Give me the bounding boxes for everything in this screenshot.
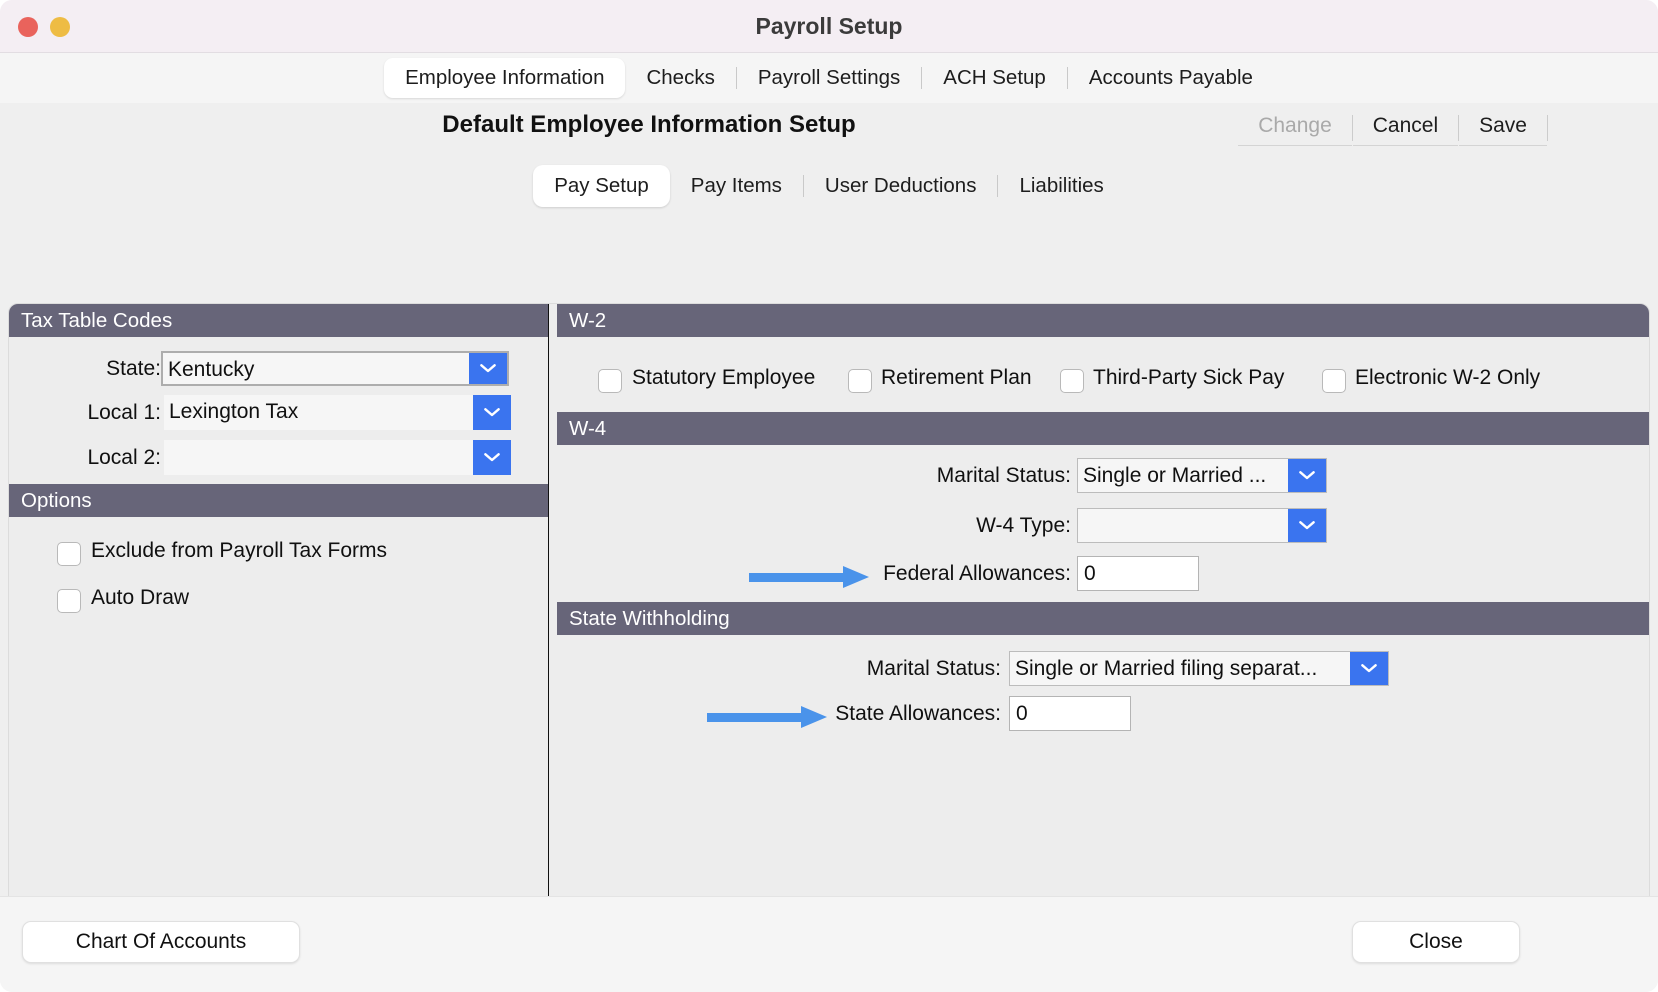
change-button[interactable]: Change	[1238, 110, 1352, 146]
w4-type-value	[1078, 509, 1288, 542]
window-title: Payroll Setup	[0, 13, 1658, 40]
state-dropdown-value: Kentucky	[163, 353, 469, 384]
w4-type-label: W-4 Type:	[869, 514, 1071, 538]
third-party-sick-pay-label: Third-Party Sick Pay	[1093, 366, 1284, 390]
exclude-from-payroll-tax-forms-label: Exclude from Payroll Tax Forms	[91, 539, 387, 563]
w4-type-dropdown-toggle[interactable]	[1288, 509, 1326, 542]
federal-allowances-label: Federal Allowances:	[869, 562, 1071, 586]
section-header-state-withholding: State Withholding	[557, 602, 1650, 635]
payroll-setup-window: Payroll Setup Employee Information Check…	[0, 0, 1658, 992]
chevron-down-icon	[1361, 664, 1377, 673]
state-label: State:	[39, 357, 161, 381]
local2-label: Local 2:	[39, 446, 161, 470]
electronic-w2-only-label: Electronic W-2 Only	[1355, 366, 1540, 390]
annotation-arrow-state-allowances	[707, 706, 827, 729]
local2-dropdown[interactable]	[164, 440, 511, 475]
subtab-pay-setup[interactable]: Pay Setup	[533, 165, 670, 207]
state-marital-status-dropdown-toggle[interactable]	[1350, 652, 1388, 685]
section-header-options: Options	[9, 484, 548, 517]
panel-divider	[548, 304, 549, 933]
cancel-button[interactable]: Cancel	[1353, 110, 1458, 146]
page-header-row: Default Employee Information Setup Chang…	[0, 103, 1658, 161]
save-button[interactable]: Save	[1459, 110, 1547, 146]
section-header-w2: W-2	[557, 304, 1650, 337]
tab-accounts-payable[interactable]: Accounts Payable	[1068, 58, 1274, 98]
subtab-liabilities[interactable]: Liabilities	[998, 165, 1124, 207]
action-separator	[1547, 115, 1548, 141]
local1-label: Local 1:	[39, 401, 161, 425]
close-button[interactable]: Close	[1352, 921, 1520, 963]
state-marital-status-dropdown[interactable]: Single or Married filing separat...	[1009, 651, 1389, 686]
w4-marital-status-value: Single or Married ...	[1078, 459, 1288, 492]
chevron-down-icon	[484, 408, 500, 417]
chevron-down-icon	[1299, 521, 1315, 530]
retirement-plan-checkbox[interactable]	[848, 369, 872, 393]
w4-marital-status-dropdown[interactable]: Single or Married ...	[1077, 458, 1327, 493]
state-dropdown-toggle[interactable]	[469, 353, 507, 384]
auto-draw-label: Auto Draw	[91, 586, 189, 610]
section-header-tax-table-codes: Tax Table Codes	[9, 304, 548, 337]
tab-employee-information[interactable]: Employee Information	[384, 58, 625, 98]
tab-payroll-settings[interactable]: Payroll Settings	[737, 58, 921, 98]
chart-of-accounts-button[interactable]: Chart Of Accounts	[22, 921, 300, 963]
local1-dropdown[interactable]: Lexington Tax	[164, 395, 511, 430]
state-allowances-input[interactable]: 0	[1009, 696, 1131, 731]
action-button-group: Change Cancel Save	[1238, 110, 1548, 146]
local2-dropdown-value	[164, 440, 473, 475]
statutory-employee-label: Statutory Employee	[632, 366, 815, 390]
state-marital-status-label: Marital Status:	[799, 657, 1001, 681]
top-tabs-group: Employee Information Checks Payroll Sett…	[384, 58, 1274, 98]
tab-checks[interactable]: Checks	[625, 58, 735, 98]
tab-ach-setup[interactable]: ACH Setup	[922, 58, 1067, 98]
state-dropdown[interactable]: Kentucky	[161, 351, 509, 386]
pay-setup-form: Tax Table Codes State: Kentucky Local 1:…	[8, 303, 1650, 948]
state-allowances-label: State Allowances:	[827, 702, 1001, 726]
federal-allowances-input[interactable]: 0	[1077, 556, 1199, 591]
window-titlebar: Payroll Setup	[0, 0, 1658, 53]
sub-tab-bar: Pay Setup Pay Items User Deductions Liab…	[0, 161, 1658, 211]
chevron-down-icon	[484, 453, 500, 462]
annotation-arrow-federal-allowances	[749, 566, 869, 589]
third-party-sick-pay-checkbox[interactable]	[1060, 369, 1084, 393]
exclude-from-payroll-tax-forms-checkbox[interactable]	[57, 542, 81, 566]
top-tab-bar: Employee Information Checks Payroll Sett…	[0, 53, 1658, 103]
bottom-bar: Chart Of Accounts Close	[0, 896, 1658, 988]
main-content: Default Employee Information Setup Chang…	[0, 103, 1658, 896]
subtab-pay-items[interactable]: Pay Items	[670, 165, 803, 207]
statutory-employee-checkbox[interactable]	[598, 369, 622, 393]
local2-dropdown-toggle[interactable]	[473, 440, 511, 475]
retirement-plan-label: Retirement Plan	[881, 366, 1032, 390]
subtab-user-deductions[interactable]: User Deductions	[804, 165, 998, 207]
local1-dropdown-value: Lexington Tax	[164, 395, 473, 430]
auto-draw-checkbox[interactable]	[57, 589, 81, 613]
w4-type-dropdown[interactable]	[1077, 508, 1327, 543]
local1-dropdown-toggle[interactable]	[473, 395, 511, 430]
chevron-down-icon	[480, 364, 496, 373]
w4-marital-status-dropdown-toggle[interactable]	[1288, 459, 1326, 492]
w4-marital-status-label: Marital Status:	[869, 464, 1071, 488]
electronic-w2-only-checkbox[interactable]	[1322, 369, 1346, 393]
chevron-down-icon	[1299, 471, 1315, 480]
state-marital-status-value: Single or Married filing separat...	[1010, 652, 1350, 685]
sub-tabs-group: Pay Setup Pay Items User Deductions Liab…	[533, 165, 1125, 207]
section-header-w4: W-4	[557, 412, 1650, 445]
